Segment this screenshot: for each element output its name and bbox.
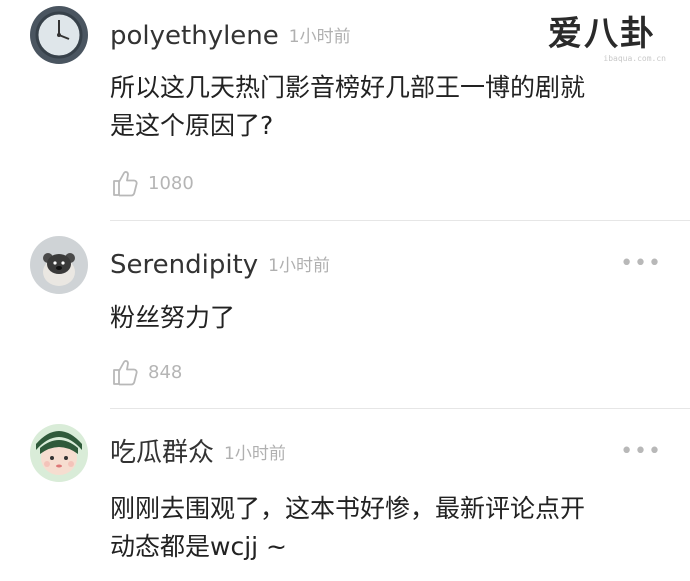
username[interactable]: polyethylene 1小时前 [110,21,351,52]
comment-text: 刚刚去围观了，这本书好惨，最新评论点开 动态都是wcjj ~ [110,494,586,561]
divider [110,220,690,221]
username[interactable]: Serendipity 1小时前 [110,250,330,281]
username[interactable]: 吃瓜群众 1小时前 [110,438,286,469]
comment-text: 粉丝努力了 [110,303,236,332]
comment-time: 1小时前 [224,444,286,464]
comment-text: 所以这几天热门影音榜好几部王一博的剧就 是这个原因了? [110,73,586,140]
watermark-text: 爱八卦 [548,14,656,54]
more-options-icon[interactable]: ••• [620,253,662,275]
clock-avatar-image [30,6,88,64]
comment-time: 1小时前 [288,27,351,47]
thumbs-up-icon [113,360,138,386]
avatar[interactable] [30,6,88,64]
thumbs-up-icon [113,171,138,197]
divider [110,408,690,409]
like-count: 1080 [148,172,194,194]
like-button[interactable]: 848 [110,357,182,387]
more-options-icon[interactable]: ••• [620,441,662,463]
watermark-url: ibaqua.com.cn [603,54,666,63]
comment-time: 1小时前 [268,256,330,276]
avatar[interactable] [30,236,88,294]
avatar[interactable] [30,424,88,482]
bear-avatar-image [30,236,88,294]
watermark-logo: 爱八卦 ibaqua.com.cn [548,14,666,72]
like-button[interactable]: 1080 [110,168,194,198]
like-count: 848 [148,361,183,383]
cartoon-avatar-image [30,424,88,482]
